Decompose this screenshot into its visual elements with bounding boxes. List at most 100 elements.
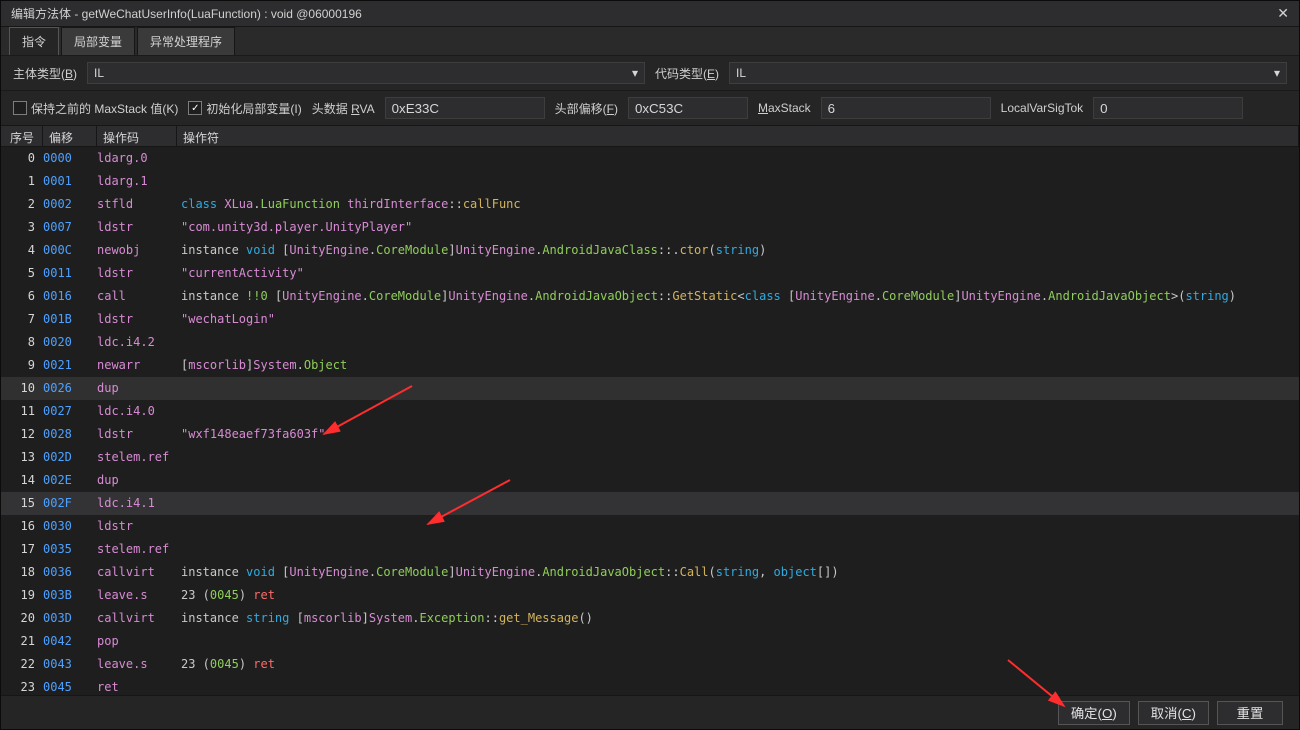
code-type-label: 代码类型(E): [655, 65, 719, 82]
table-row[interactable]: 100026dup: [1, 377, 1299, 400]
cell-operand: instance !!0 [UnityEngine.CoreModule]Uni…: [177, 289, 1299, 303]
cell-index: 9: [1, 358, 43, 372]
cell-opcode: stelem.ref: [97, 542, 177, 556]
cell-offset: 0020: [43, 335, 97, 349]
ok-button[interactable]: 确定(O): [1058, 701, 1130, 725]
col-index[interactable]: 序号: [1, 126, 43, 146]
cell-operand: 23 (0045) ret: [177, 588, 1299, 602]
cell-opcode: call: [97, 289, 177, 303]
cell-index: 17: [1, 542, 43, 556]
cell-operand: instance void [UnityEngine.CoreModule]Un…: [177, 243, 1299, 257]
cell-opcode: newobj: [97, 243, 177, 257]
cell-index: 1: [1, 174, 43, 188]
cell-offset: 0045: [43, 680, 97, 694]
table-row[interactable]: 13002Dstelem.ref: [1, 446, 1299, 469]
cell-index: 14: [1, 473, 43, 487]
table-row[interactable]: 14002Edup: [1, 469, 1299, 492]
table-row[interactable]: 15002Fldc.i4.1: [1, 492, 1299, 515]
cell-index: 22: [1, 657, 43, 671]
table-row[interactable]: 20002stfldclass XLua.LuaFunction thirdIn…: [1, 193, 1299, 216]
header-rva-label: 头数据 RVA: [312, 100, 375, 117]
table-row[interactable]: 230045ret: [1, 676, 1299, 695]
cell-offset: 0042: [43, 634, 97, 648]
table-row[interactable]: 60016callinstance !!0 [UnityEngine.CoreM…: [1, 285, 1299, 308]
dialog-footer: 确定(O) 取消(C) 重置: [1, 695, 1299, 729]
cell-offset: 0000: [43, 151, 97, 165]
cell-opcode: ldarg.1: [97, 174, 177, 188]
tab-exceptions[interactable]: 异常处理程序: [137, 27, 235, 55]
type-selector-row: 主体类型(B) IL▾ 代码类型(E) IL▾: [1, 55, 1299, 90]
main-type-select[interactable]: IL▾: [87, 62, 645, 84]
cell-opcode: dup: [97, 473, 177, 487]
table-row[interactable]: 110027ldc.i4.0: [1, 400, 1299, 423]
cell-index: 3: [1, 220, 43, 234]
cell-offset: 0027: [43, 404, 97, 418]
col-opcode[interactable]: 操作码: [97, 126, 177, 146]
cell-operand: "currentActivity": [177, 266, 1299, 280]
table-row[interactable]: 20003Dcallvirtinstance string [mscorlib]…: [1, 607, 1299, 630]
cell-opcode: callvirt: [97, 565, 177, 579]
dialog-window: 编辑方法体 - getWeChatUserInfo(LuaFunction) :…: [0, 0, 1300, 730]
table-row[interactable]: 7001Bldstr"wechatLogin": [1, 308, 1299, 331]
cell-offset: 002E: [43, 473, 97, 487]
init-locals-check[interactable]: ✓ 初始化局部变量(I): [188, 100, 301, 117]
cell-offset: 001B: [43, 312, 97, 326]
cell-opcode: leave.s: [97, 588, 177, 602]
cell-offset: 0026: [43, 381, 97, 395]
options-row: 保持之前的 MaxStack 值(K) ✓ 初始化局部变量(I) 头数据 RVA…: [1, 90, 1299, 125]
cell-index: 5: [1, 266, 43, 280]
col-operand[interactable]: 操作符: [177, 126, 1299, 146]
cell-opcode: ldstr: [97, 266, 177, 280]
table-row[interactable]: 19003Bleave.s23 (0045) ret: [1, 584, 1299, 607]
checkbox-checked-icon: ✓: [188, 101, 202, 115]
table-row[interactable]: 00000ldarg.0: [1, 147, 1299, 170]
cell-offset: 0002: [43, 197, 97, 211]
cell-index: 21: [1, 634, 43, 648]
cell-operand: class XLua.LuaFunction thirdInterface::c…: [177, 197, 1299, 211]
cell-opcode: dup: [97, 381, 177, 395]
cell-opcode: ldstr: [97, 220, 177, 234]
table-row[interactable]: 160030ldstr: [1, 515, 1299, 538]
code-type-select[interactable]: IL▾: [729, 62, 1287, 84]
header-offset-label: 头部偏移(F): [555, 100, 618, 117]
table-row[interactable]: 30007ldstr"com.unity3d.player.UnityPlaye…: [1, 216, 1299, 239]
cell-index: 16: [1, 519, 43, 533]
cell-index: 8: [1, 335, 43, 349]
tab-instructions[interactable]: 指令: [9, 27, 59, 55]
cell-opcode: ldc.i4.2: [97, 335, 177, 349]
header-offset-input[interactable]: [628, 97, 748, 119]
cell-opcode: ldstr: [97, 519, 177, 533]
cell-index: 13: [1, 450, 43, 464]
table-row[interactable]: 4000Cnewobjinstance void [UnityEngine.Co…: [1, 239, 1299, 262]
cancel-button[interactable]: 取消(C): [1138, 701, 1209, 725]
reset-button[interactable]: 重置: [1217, 701, 1283, 725]
chevron-down-icon: ▾: [632, 66, 638, 80]
table-row[interactable]: 80020ldc.i4.2: [1, 331, 1299, 354]
tab-locals[interactable]: 局部变量: [61, 27, 135, 55]
tab-strip: 指令 局部变量 异常处理程序: [1, 27, 1299, 55]
cell-index: 4: [1, 243, 43, 257]
table-row[interactable]: 120028ldstr"wxf148eaef73fa603f": [1, 423, 1299, 446]
cell-offset: 0007: [43, 220, 97, 234]
col-offset[interactable]: 偏移: [43, 126, 97, 146]
table-row[interactable]: 50011ldstr"currentActivity": [1, 262, 1299, 285]
localvarsig-input[interactable]: [1093, 97, 1243, 119]
keep-maxstack-check[interactable]: 保持之前的 MaxStack 值(K): [13, 100, 178, 117]
table-row[interactable]: 220043leave.s23 (0045) ret: [1, 653, 1299, 676]
maxstack-input[interactable]: [821, 97, 991, 119]
table-header: 序号 偏移 操作码 操作符: [1, 125, 1299, 147]
cell-index: 7: [1, 312, 43, 326]
table-row[interactable]: 170035stelem.ref: [1, 538, 1299, 561]
table-row[interactable]: 10001ldarg.1: [1, 170, 1299, 193]
title-bar: 编辑方法体 - getWeChatUserInfo(LuaFunction) :…: [1, 1, 1299, 27]
close-icon[interactable]: ✕: [1273, 5, 1293, 22]
cell-index: 19: [1, 588, 43, 602]
table-row[interactable]: 90021newarr[mscorlib]System.Object: [1, 354, 1299, 377]
cell-offset: 003B: [43, 588, 97, 602]
table-row[interactable]: 210042pop: [1, 630, 1299, 653]
cell-index: 6: [1, 289, 43, 303]
table-row[interactable]: 180036callvirtinstance void [UnityEngine…: [1, 561, 1299, 584]
cell-offset: 0035: [43, 542, 97, 556]
cell-offset: 0036: [43, 565, 97, 579]
header-rva-input[interactable]: [385, 97, 545, 119]
